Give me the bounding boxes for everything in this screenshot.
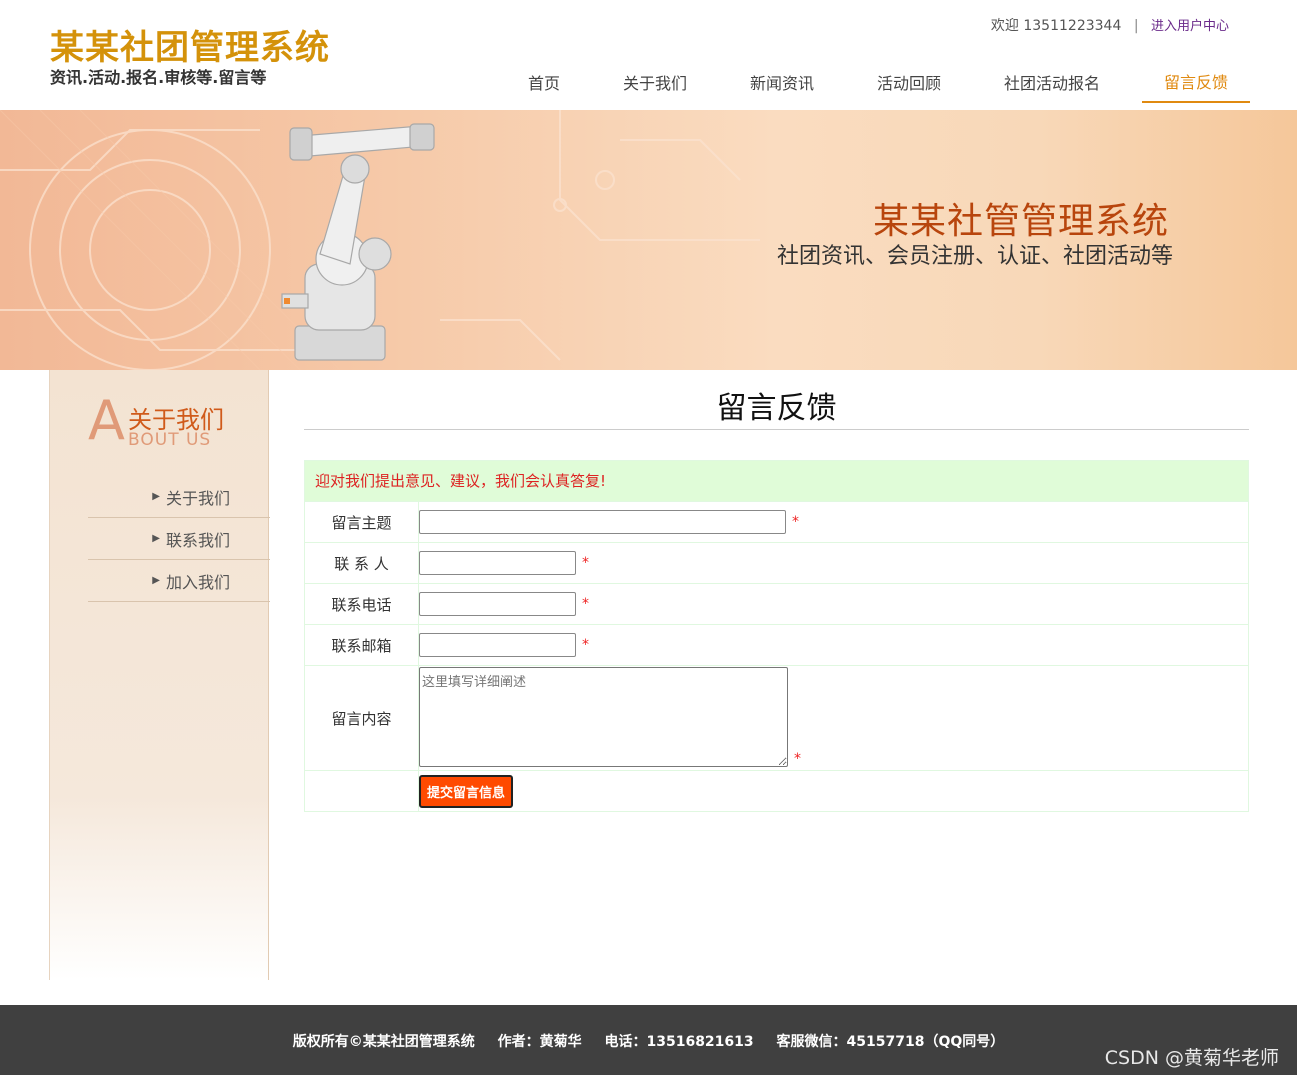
subject-label: 留言主题 — [305, 502, 419, 542]
chevron-right-icon: ▶ — [152, 575, 160, 586]
content-label: 留言内容 — [305, 666, 419, 770]
required-mark: * — [582, 555, 589, 571]
nav-item-about[interactable]: 关于我们 — [580, 60, 730, 103]
form-row-phone: 联系电话 * — [305, 583, 1248, 624]
required-mark: * — [792, 514, 799, 530]
form-row-subject: 留言主题 * — [305, 501, 1248, 542]
site-logo-subtitle: 资讯.活动.报名.审核等.留言等 — [50, 68, 267, 87]
phone-input[interactable] — [419, 592, 576, 616]
nav-item-feedback[interactable]: 留言反馈 — [1142, 60, 1250, 103]
banner-subtitle: 社团资讯、会员注册、认证、社团活动等 — [776, 244, 1173, 269]
footer-author: 作者：黄菊华 — [497, 1034, 582, 1050]
user-center-link[interactable]: 进入用户中心 — [1151, 19, 1229, 34]
phone-label: 联系电话 — [305, 584, 419, 624]
main-nav: 首页 关于我们 新闻资讯 活动回顾 社团活动报名 留言反馈 — [508, 60, 1250, 103]
welcome-text: 欢迎 13511223344 — [990, 18, 1122, 34]
feedback-form: 迎对我们提出意见、建议，我们会认真答复! 留言主题 * 联 系 人 * 联系电话… — [304, 460, 1249, 812]
robot-arm-image — [281, 123, 435, 361]
form-row-email: 联系邮箱 * — [305, 624, 1248, 665]
site-logo-title[interactable]: 某某社团管理系统 — [50, 20, 330, 69]
main-content: 留言反馈 迎对我们提出意见、建议，我们会认真答复! 留言主题 * 联 系 人 *… — [304, 370, 1249, 812]
footer-info: 版权所有©某某社团管理系统 作者：黄菊华 电话：13516821613 客服微信… — [0, 1031, 1297, 1051]
subject-input[interactable] — [419, 510, 786, 534]
chevron-right-icon: ▶ — [152, 491, 160, 502]
sidebar-item-join[interactable]: ▶ 加入我们 — [88, 560, 270, 602]
required-mark: * — [582, 596, 589, 612]
required-mark: * — [794, 751, 801, 767]
footer-phone: 电话：13516821613 — [604, 1034, 754, 1050]
footer-wechat: 客服微信：45157718（QQ同号） — [776, 1034, 1005, 1050]
required-mark: * — [582, 637, 589, 653]
csdn-watermark: CSDN @黄菊华老师 — [1104, 1047, 1279, 1069]
content-textarea[interactable] — [419, 667, 788, 767]
banner-title: 某某社管管理系统 — [872, 201, 1169, 242]
nav-item-news[interactable]: 新闻资讯 — [730, 60, 834, 103]
sidebar-item-contact[interactable]: ▶ 联系我们 — [88, 518, 270, 560]
footer-copyright: 版权所有©某某社团管理系统 — [292, 1034, 475, 1050]
sidebar-heading-letter: A — [88, 389, 125, 452]
submit-button[interactable]: 提交留言信息 — [419, 774, 514, 808]
sidebar-heading: A 关于我们 BOUT US — [88, 389, 258, 456]
nav-item-activities[interactable]: 活动回顾 — [834, 60, 984, 103]
sidebar-item-about[interactable]: ▶ 关于我们 — [88, 476, 270, 518]
submit-row-spacer — [305, 771, 419, 811]
nav-item-home[interactable]: 首页 — [508, 60, 580, 103]
nav-item-signup[interactable]: 社团活动报名 — [984, 60, 1120, 103]
form-notice: 迎对我们提出意见、建议，我们会认真答复! — [305, 461, 1248, 501]
page-title: 留言反馈 — [304, 370, 1249, 430]
form-row-content: 留言内容 * — [305, 665, 1248, 770]
site-header: 某某社团管理系统 资讯.活动.报名.审核等.留言等 欢迎 13511223344… — [0, 0, 1297, 110]
email-label: 联系邮箱 — [305, 625, 419, 665]
form-row-contact: 联 系 人 * — [305, 542, 1248, 583]
user-bar: 欢迎 13511223344 | 进入用户中心 — [991, 15, 1229, 35]
email-input[interactable] — [419, 633, 576, 657]
contact-label: 联 系 人 — [305, 543, 419, 583]
sidebar-heading-en: BOUT US — [128, 430, 212, 450]
site-footer: 版权所有©某某社团管理系统 作者：黄菊华 电话：13516821613 客服微信… — [0, 1005, 1297, 1075]
sidebar-menu: ▶ 关于我们 ▶ 联系我们 ▶ 加入我们 — [88, 476, 270, 602]
sidebar-item-label: 关于我们 — [165, 488, 230, 508]
hero-banner: 某某社管管理系统 社团资讯、会员注册、认证、社团活动等 — [0, 110, 1297, 370]
form-row-submit: 提交留言信息 — [305, 770, 1248, 811]
sidebar: A 关于我们 BOUT US ▶ 关于我们 ▶ 联系我们 ▶ 加入我们 — [49, 370, 270, 980]
sidebar-item-label: 联系我们 — [165, 530, 230, 550]
sidebar-item-label: 加入我们 — [165, 572, 230, 592]
chevron-right-icon: ▶ — [152, 533, 160, 544]
contact-input[interactable] — [419, 551, 576, 575]
user-bar-separator: | — [1133, 18, 1139, 34]
